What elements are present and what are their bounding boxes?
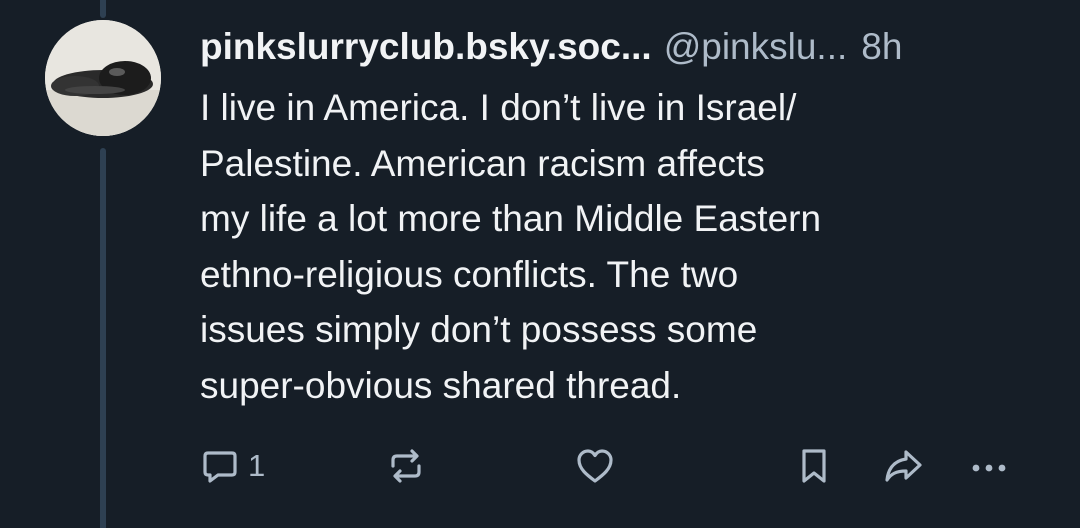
thread-line-bottom [100,148,106,528]
bookmark-icon [802,449,826,483]
repost-icon [391,449,421,483]
post-header: pinkslurryclub.bsky.soc... @pinkslu... 8h [200,22,902,72]
post-text: I live in America. I don’t live in Israe… [200,87,822,406]
avatar[interactable] [45,20,161,136]
share-button[interactable] [882,440,926,492]
more-icon [972,464,1006,472]
thread-line-top [100,0,106,18]
heart-icon [577,449,613,483]
reply-icon [203,451,237,483]
reply-button[interactable]: 1 [200,440,265,492]
share-icon [885,450,922,482]
action-bar: 1 [196,440,1036,492]
post-time[interactable]: 8h [861,26,902,67]
like-button[interactable] [574,440,616,492]
reply-count: 1 [248,448,266,483]
more-button[interactable] [968,440,1012,492]
handle[interactable]: @pinkslu... [664,26,848,67]
avatar-image [45,20,161,136]
display-name[interactable]: pinkslurryclub.bsky.soc... [200,26,652,67]
bookmark-button[interactable] [794,440,834,492]
repost-button[interactable] [386,440,426,492]
